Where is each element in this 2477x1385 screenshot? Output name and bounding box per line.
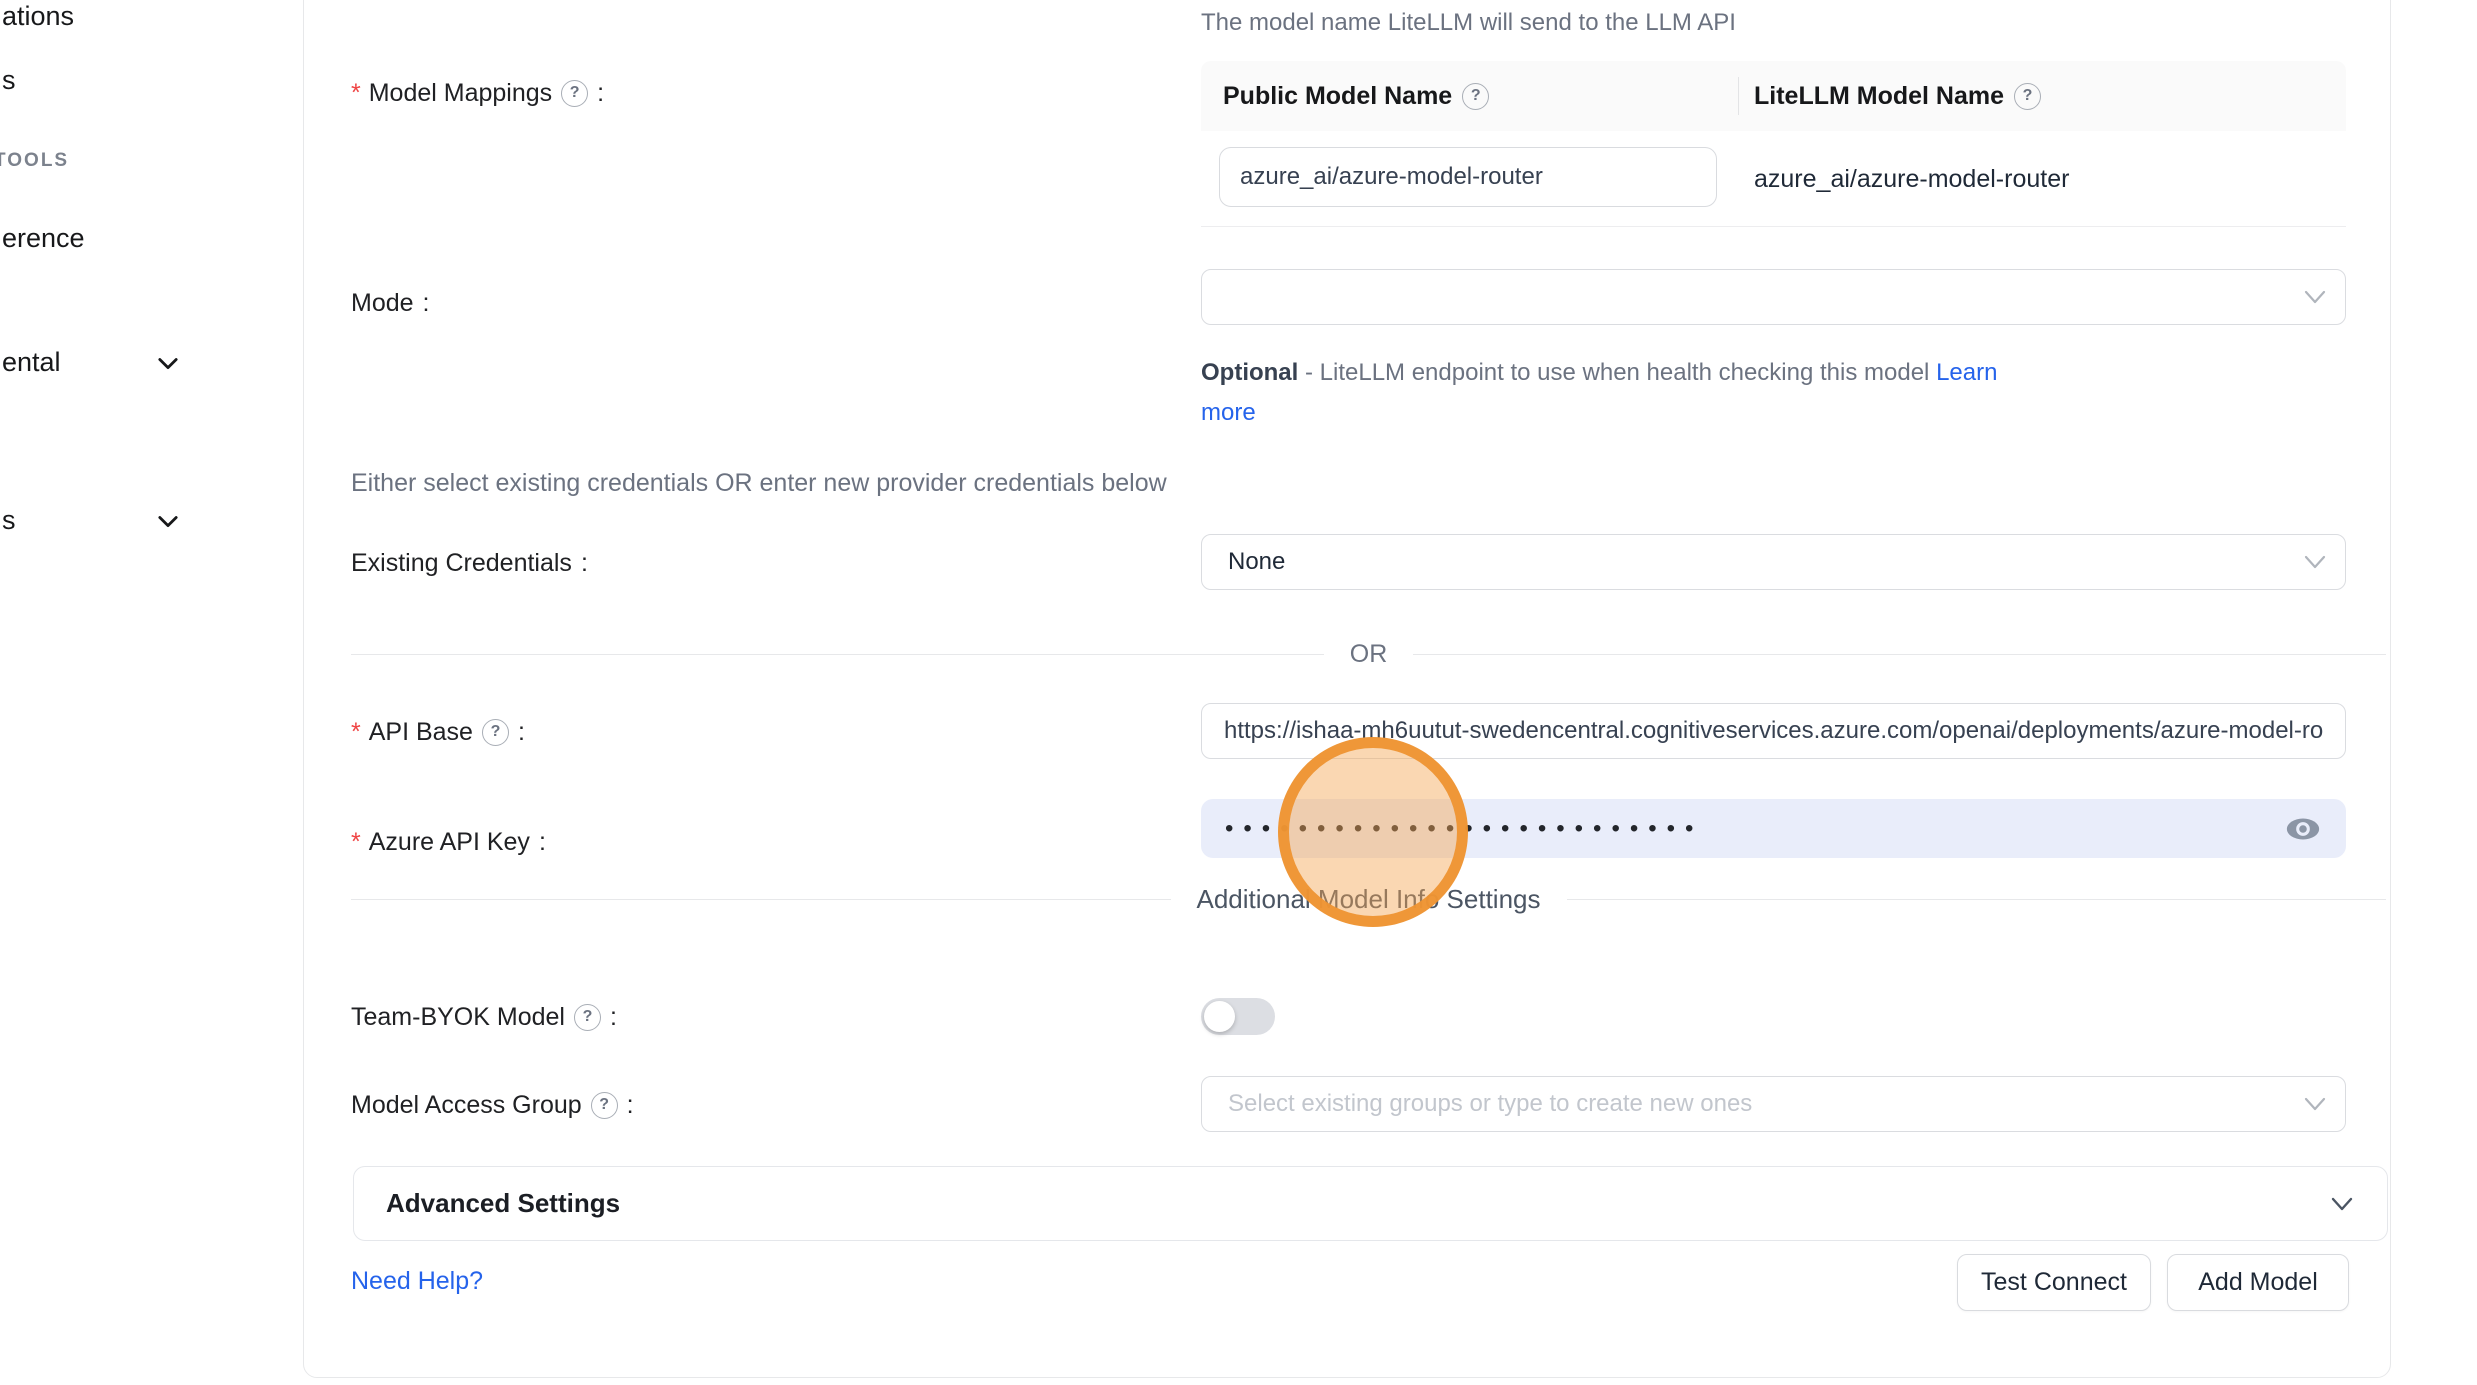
help-icon[interactable]: ? xyxy=(574,1004,601,1031)
select-placeholder: Select existing groups or type to create… xyxy=(1228,1090,1752,1118)
azure-api-key-label: * Azure API Key : xyxy=(351,826,546,858)
help-icon[interactable]: ? xyxy=(1462,83,1489,110)
sidebar-item-s2[interactable]: s xyxy=(2,505,16,536)
help-icon[interactable]: ? xyxy=(591,1092,618,1119)
help-icon[interactable]: ? xyxy=(482,719,509,746)
toggle-knob xyxy=(1204,1001,1235,1032)
header-divider xyxy=(1738,77,1739,115)
sidebar-section-tools: TOOLS xyxy=(0,150,69,172)
required-mark: * xyxy=(351,718,361,747)
mode-label: Mode: xyxy=(351,287,430,319)
model-access-group-label: Model Access Group ? : xyxy=(351,1089,634,1121)
test-connect-button[interactable]: Test Connect xyxy=(1957,1254,2151,1311)
table-row: azure_ai/azure-model-router xyxy=(1201,131,2346,227)
add-model-form-card: The model name LiteLLM will send to the … xyxy=(303,0,2391,1378)
eye-icon[interactable] xyxy=(2284,814,2322,844)
litellm-model-name-value: azure_ai/azure-model-router xyxy=(1754,131,2069,227)
public-model-name-input[interactable] xyxy=(1219,147,1717,207)
table-header-row: Public Model Name ? LiteLLM Model Name ? xyxy=(1201,61,2346,131)
api-base-label: * API Base ? : xyxy=(351,716,525,748)
credentials-note: Either select existing credentials OR en… xyxy=(351,469,1167,498)
model-mappings-label: * Model Mappings ? : xyxy=(351,77,604,109)
required-mark: * xyxy=(351,79,361,108)
mode-hint: Optional - LiteLLM endpoint to use when … xyxy=(1201,353,2031,433)
existing-credentials-label: Existing Credentials: xyxy=(351,547,588,579)
required-mark: * xyxy=(351,828,361,857)
chevron-down-icon xyxy=(2303,288,2327,306)
sidebar-item-ental[interactable]: ental xyxy=(2,347,61,378)
sidebar-item-s1[interactable]: s xyxy=(2,65,16,96)
existing-credentials-select[interactable]: None xyxy=(1201,534,2346,590)
chevron-down-icon xyxy=(2303,1095,2327,1113)
add-model-button[interactable]: Add Model xyxy=(2167,1254,2349,1311)
chevron-down-icon xyxy=(2303,553,2327,571)
help-icon[interactable]: ? xyxy=(2014,83,2041,110)
chevron-down-icon xyxy=(2329,1195,2355,1213)
mode-select[interactable] xyxy=(1201,269,2346,325)
chevron-down-icon xyxy=(154,507,182,535)
team-byok-label: Team-BYOK Model ? : xyxy=(351,1001,617,1033)
team-byok-toggle[interactable] xyxy=(1201,998,1275,1035)
model-access-group-select[interactable]: Select existing groups or type to create… xyxy=(1201,1076,2346,1132)
litellm-model-name-header: LiteLLM Model Name ? xyxy=(1738,61,2346,131)
model-name-helper-text: The model name LiteLLM will send to the … xyxy=(1201,9,1736,37)
model-mappings-table: Public Model Name ? LiteLLM Model Name ?… xyxy=(1201,61,2346,227)
click-indicator-circle xyxy=(1278,737,1468,927)
advanced-settings-label: Advanced Settings xyxy=(386,1188,620,1219)
sidebar-item-erence[interactable]: erence xyxy=(2,223,85,254)
advanced-settings-panel[interactable]: Advanced Settings xyxy=(353,1166,2388,1241)
help-icon[interactable]: ? xyxy=(561,80,588,107)
sidebar-item-ations[interactable]: ations xyxy=(2,1,74,32)
or-divider: OR xyxy=(351,634,2386,674)
chevron-down-icon xyxy=(154,349,182,377)
public-model-name-header: Public Model Name ? xyxy=(1201,61,1738,131)
need-help-link[interactable]: Need Help? xyxy=(351,1267,483,1296)
